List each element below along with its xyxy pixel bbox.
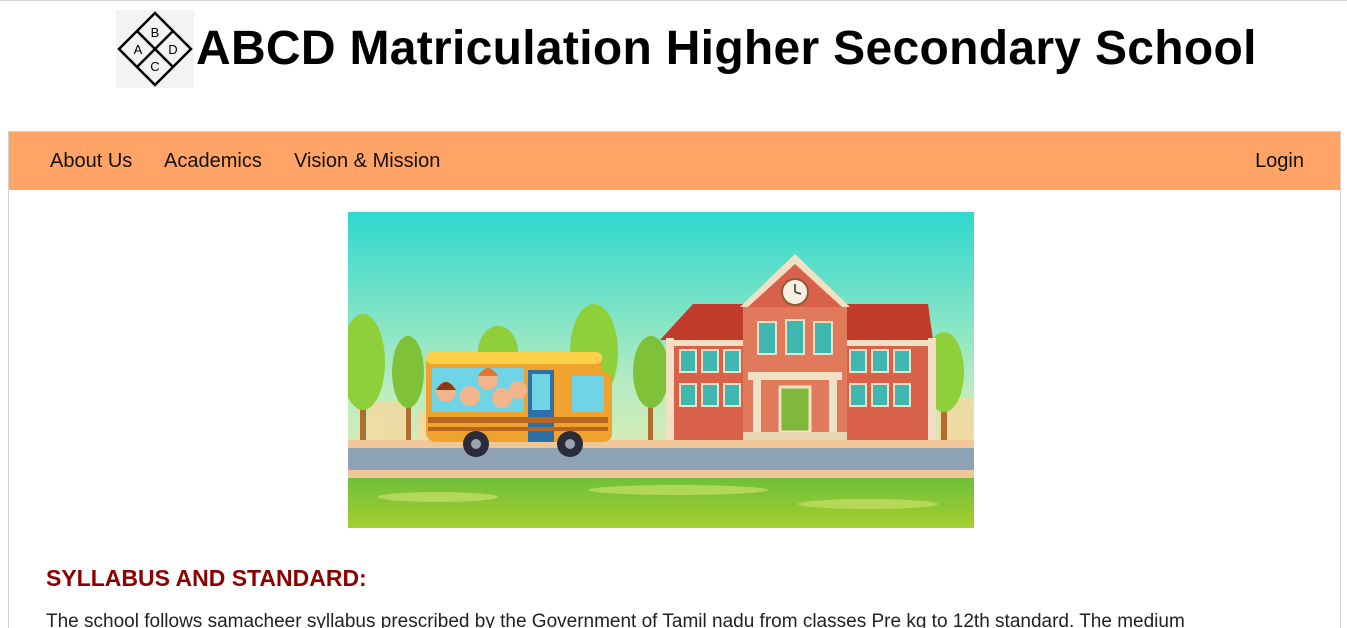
syllabus-paragraph: The school follows samacheer syllabus pr… [46, 611, 1185, 628]
nav-academics[interactable]: Academics [164, 132, 262, 190]
site-header: B A D C ABCD Matriculation Higher Second… [116, 10, 1257, 88]
logo-letter-d: D [168, 42, 177, 57]
nav-about-us[interactable]: About Us [50, 132, 132, 190]
school-bus-illustration [348, 212, 974, 528]
hero-image [348, 212, 974, 528]
syllabus-heading: SYLLABUS AND STANDARD: [46, 565, 367, 591]
main-navbar: About Us Academics Vision & Mission Logi… [9, 132, 1340, 190]
nav-vision-mission[interactable]: Vision & Mission [294, 132, 440, 190]
logo-letter-c: C [150, 59, 159, 74]
nav-login[interactable]: Login [1255, 132, 1304, 190]
school-bus-icon [426, 352, 612, 457]
school-logo[interactable]: B A D C [116, 10, 194, 88]
school-title: ABCD Matriculation Higher Secondary Scho… [196, 22, 1257, 75]
logo-letter-b: B [151, 25, 160, 40]
logo-diamond-icon: B A D C [117, 11, 193, 87]
logo-letter-a: A [134, 42, 143, 57]
page-top-border [0, 0, 1347, 1]
